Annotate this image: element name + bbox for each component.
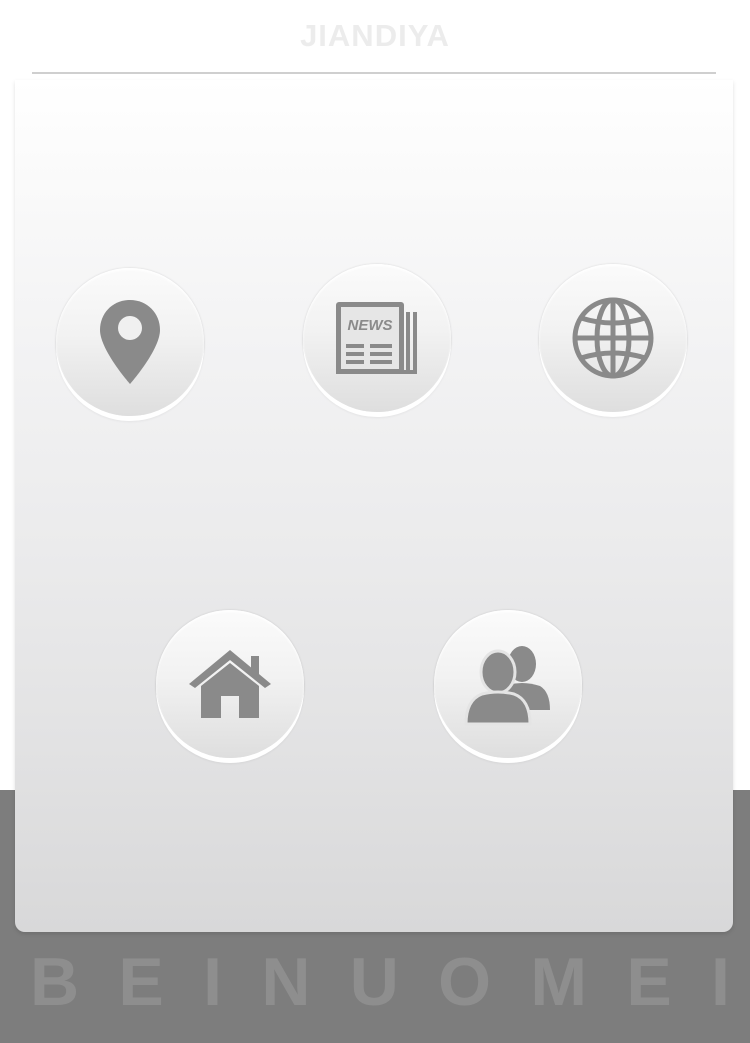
footer-brand-letter: E [626,944,672,1020]
location-button[interactable] [56,268,204,416]
newspaper-icon: NEWS [336,302,417,374]
globe-icon [572,297,654,379]
footer-brand-letter: B [30,944,80,1020]
footer-brand: B E I N U O M E I [30,942,730,1022]
users-icon [464,646,550,726]
footer-brand-letter: O [438,944,492,1020]
footer-brand-letter: N [261,944,311,1020]
footer-brand-letter: M [530,944,588,1020]
footer-brand-letter: I [711,944,730,1020]
news-icon-label: NEWS [348,317,393,334]
web-button[interactable] [539,264,687,412]
map-pin-icon [100,300,160,384]
users-button[interactable] [434,610,582,758]
home-icon [189,650,271,718]
footer-brand-letter: E [118,944,164,1020]
page-title: JIANDIYA [300,18,450,53]
menu-panel: NEWS [15,80,733,932]
app-screen: JIANDIYA NEWS B E I N U O M E I [0,0,750,1043]
footer-brand-letter: U [349,944,399,1020]
header-divider [32,72,716,74]
home-button[interactable] [156,610,304,758]
footer-brand-letter: I [203,944,222,1020]
news-button[interactable]: NEWS [303,264,451,412]
